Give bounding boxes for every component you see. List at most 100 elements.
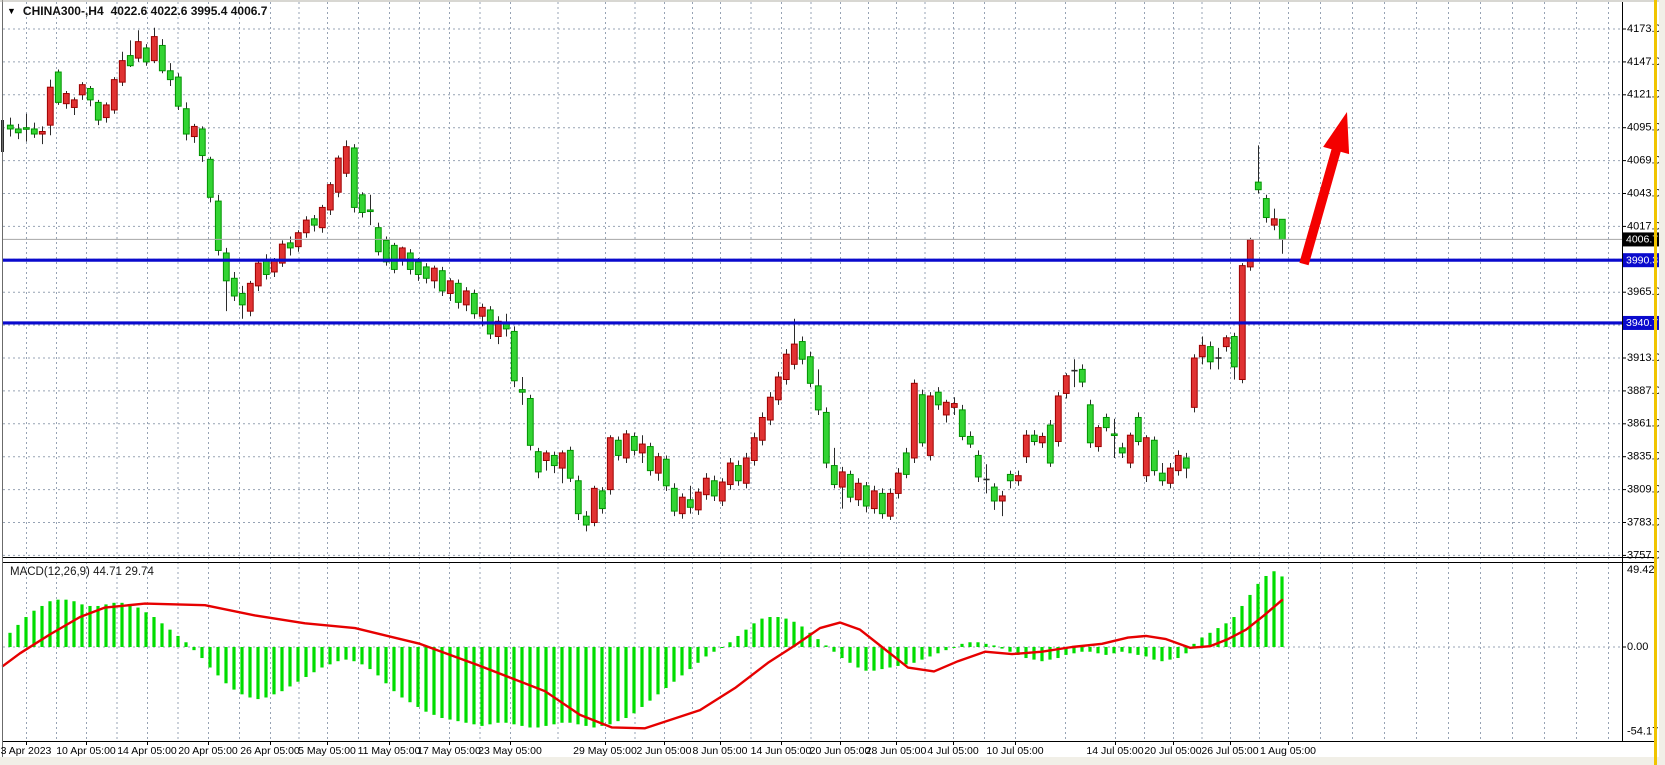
bull-candle <box>655 457 661 473</box>
bear-candle <box>959 410 965 437</box>
bear-candle <box>503 324 509 329</box>
macd-histogram-bar <box>232 647 235 690</box>
macd-histogram-bar <box>1224 623 1227 647</box>
macd-histogram-bar <box>968 642 971 647</box>
bull-candle <box>431 268 437 281</box>
macd-histogram-bar <box>856 647 859 668</box>
bear-candle <box>631 436 637 450</box>
bull-candle <box>943 402 949 415</box>
bull-candle <box>39 131 45 134</box>
bear-candle <box>239 293 245 304</box>
bear-candle <box>287 243 293 248</box>
macd-histogram-bar <box>864 647 867 671</box>
macd-histogram-bar <box>208 647 211 668</box>
bull-candle <box>135 42 141 58</box>
bull-candle <box>47 87 53 125</box>
macd-histogram-bar <box>1048 647 1051 660</box>
bear-candle <box>351 148 357 207</box>
bear-candle <box>863 486 869 506</box>
bull-candle <box>1143 438 1149 476</box>
bull-candle <box>1023 435 1029 457</box>
bear-candle <box>415 262 421 275</box>
date-label: 29 May 05:00 <box>573 745 637 757</box>
macd-histogram-bar <box>216 647 219 675</box>
date-label: 4 Jul 05:00 <box>927 745 979 757</box>
bear-candle <box>991 487 997 501</box>
bull-candle <box>151 37 157 61</box>
macd-histogram-bar <box>888 647 891 668</box>
bull-candle <box>927 396 933 455</box>
bear-candle <box>799 342 805 360</box>
macd-histogram-bar <box>1232 617 1235 647</box>
macd-histogram-bar <box>616 647 619 721</box>
macd-histogram-bar <box>712 647 715 652</box>
macd-histogram-bar <box>256 647 259 699</box>
bull-candle <box>783 354 789 379</box>
macd-histogram-bar <box>928 647 931 656</box>
bear-candle <box>1263 199 1269 218</box>
candlestick-chart[interactable]: 4173.04147.04121.04095.04069.04043.04017… <box>0 0 1665 765</box>
macd-histogram-bar <box>96 606 99 647</box>
macd-histogram-bar <box>80 604 83 647</box>
bull-candle <box>1063 376 1069 394</box>
bull-candle <box>951 404 957 408</box>
bull-candle <box>591 488 597 522</box>
bull-candle <box>1095 428 1101 447</box>
macd-histogram-bar <box>1008 647 1011 652</box>
bull-candle <box>559 453 565 468</box>
bull-candle <box>623 434 629 458</box>
bear-candle <box>575 481 581 514</box>
bear-candle <box>471 293 477 313</box>
bear-candle <box>23 128 29 130</box>
bull-candle <box>639 444 645 453</box>
bull-candle <box>1223 338 1229 347</box>
bear-candle <box>439 271 445 291</box>
date-label: 26 Jul 05:00 <box>1201 745 1258 757</box>
macd-histogram-bar <box>1280 576 1283 647</box>
macd-histogram-bar <box>1080 647 1083 652</box>
macd-histogram-bar <box>504 647 507 723</box>
bull-candle <box>839 472 845 487</box>
bear-candle <box>1135 417 1141 441</box>
macd-histogram-bar <box>1120 647 1123 652</box>
macd-histogram-bar <box>992 645 995 647</box>
macd-histogram-bar <box>656 647 659 694</box>
macd-histogram-bar <box>328 647 331 664</box>
macd-histogram-bar <box>736 636 739 647</box>
macd-histogram-bar <box>248 647 251 697</box>
macd-histogram-bar <box>704 647 707 656</box>
macd-histogram-bar <box>1088 647 1091 652</box>
macd-histogram-bar <box>584 647 587 726</box>
macd-histogram-bar <box>280 647 283 691</box>
bear-candle <box>711 481 717 496</box>
macd-histogram-bar <box>464 647 467 723</box>
bull-candle <box>1015 476 1021 481</box>
macd-histogram-bar <box>688 647 691 669</box>
bear-candle <box>903 453 909 475</box>
symbol-dropdown-icon[interactable]: ▼ <box>7 7 16 16</box>
bear-candle <box>223 253 229 281</box>
date-label: 28 Jun 05:00 <box>866 745 927 757</box>
bear-candle <box>183 109 189 134</box>
macd-histogram-bar <box>1104 647 1107 655</box>
right-frame-strip <box>1659 0 1665 765</box>
macd-histogram-bar <box>336 647 339 661</box>
bull-candle <box>695 492 701 510</box>
bear-candle <box>1007 474 1013 480</box>
macd-histogram-bar <box>320 647 323 668</box>
bear-candle <box>7 125 13 129</box>
bear-candle <box>831 466 837 485</box>
macd-histogram-bar <box>264 647 267 697</box>
bear-candle <box>1207 347 1213 362</box>
macd-histogram-bar <box>752 623 755 647</box>
macd-histogram-bar <box>952 647 955 648</box>
bear-candle <box>567 450 573 478</box>
date-label: 17 May 05:00 <box>417 745 481 757</box>
bear-candle <box>647 447 653 471</box>
bull-candle <box>1167 468 1173 483</box>
chart-window: 4173.04147.04121.04095.04069.04043.04017… <box>0 0 1665 765</box>
bull-candle <box>679 497 685 513</box>
bear-candle <box>127 56 133 66</box>
bull-candle <box>1199 345 1205 356</box>
macd-histogram-bar <box>392 647 395 691</box>
